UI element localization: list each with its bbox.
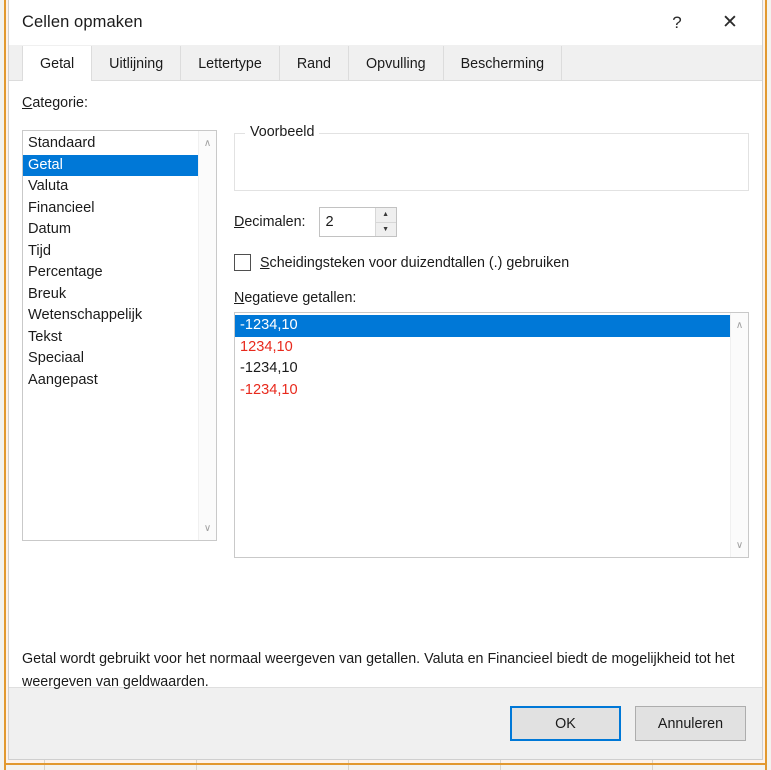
category-item-speciaal[interactable]: Speciaal [23, 348, 198, 370]
decimals-spin-buttons: ▲ ▼ [374, 208, 396, 237]
category-item-datum[interactable]: Datum [23, 219, 198, 241]
category-column: Standaard Getal Valuta Financieel Datum … [22, 123, 217, 558]
titlebar-buttons: ? ✕ [656, 0, 762, 45]
dialog-titlebar: Cellen opmaken ? ✕ [9, 0, 762, 45]
negative-format-option-1[interactable]: -1234,10 [235, 315, 730, 337]
decimals-row: Decimalen: ▲ ▼ [234, 207, 749, 237]
close-icon[interactable]: ✕ [698, 0, 762, 45]
chevron-up-icon[interactable]: ∧ [199, 135, 217, 151]
category-item-aangepast[interactable]: Aangepast [23, 370, 198, 392]
category-item-getal[interactable]: Getal [23, 154, 198, 176]
category-item-financieel[interactable]: Financieel [23, 198, 198, 220]
negative-format-option-4[interactable]: -1234,10 [235, 380, 730, 402]
negative-numbers-label-rest: egatieve getallen: [244, 290, 357, 306]
category-label-accel: C [22, 95, 33, 111]
thousands-separator-label: Scheidingsteken voor duizendtallen (.) g… [260, 255, 569, 271]
tab-opvulling[interactable]: Opvulling [349, 46, 444, 81]
category-label-rest: ategorie: [32, 95, 88, 111]
category-item-standaard[interactable]: Standaard [23, 133, 198, 155]
tab-bescherming[interactable]: Bescherming [443, 46, 563, 81]
dialog-title: Cellen opmaken [22, 13, 143, 31]
thousands-separator-label-accel: S [260, 254, 270, 271]
negative-format-option-3[interactable]: -1234,10 [235, 358, 730, 380]
host-window-border-left [4, 0, 6, 770]
thousands-separator-checkbox[interactable] [234, 254, 251, 271]
negative-format-option-2[interactable]: 1234,10 [235, 337, 730, 359]
category-description: Getal wordt gebruikt voor het normaal we… [22, 651, 735, 690]
spinner-up-icon[interactable]: ▲ [375, 208, 396, 223]
category-list-items: Standaard Getal Valuta Financieel Datum … [23, 131, 198, 540]
decimals-input[interactable] [319, 208, 375, 236]
negative-numbers-label-accel: N [234, 290, 245, 306]
format-cells-dialog: Cellen opmaken ? ✕ Getal Uitlijning Lett… [8, 0, 763, 760]
spinner-down-icon[interactable]: ▼ [376, 223, 396, 237]
category-item-wetenschappelijk[interactable]: Wetenschappelijk [23, 305, 198, 327]
negative-numbers-list-items: -1234,10 1234,10 -1234,10 -1234,10 [235, 313, 730, 557]
preview-label: Voorbeeld [245, 124, 320, 140]
dialog-footer: OK Annuleren [9, 687, 762, 759]
chevron-down-icon[interactable]: ∨ [731, 537, 749, 553]
thousands-separator-label-rest: cheidingsteken voor duizendtallen (.) ge… [269, 254, 570, 271]
tab-strip: Getal Uitlijning Lettertype Rand Opvulli… [9, 45, 762, 82]
panel-columns: Standaard Getal Valuta Financieel Datum … [22, 123, 749, 558]
tab-uitlijning[interactable]: Uitlijning [92, 46, 182, 81]
tab-lettertype[interactable]: Lettertype [181, 46, 280, 81]
chevron-up-icon[interactable]: ∧ [731, 317, 749, 333]
negative-numbers-label: Negatieve getallen: [234, 290, 749, 306]
category-listbox[interactable]: Standaard Getal Valuta Financieel Datum … [22, 130, 217, 541]
settings-column: Voorbeeld Decimalen: ▲ ▼ [217, 123, 749, 558]
negative-numbers-listbox[interactable]: -1234,10 1234,10 -1234,10 -1234,10 ∧ ∨ [234, 312, 749, 558]
category-item-tekst[interactable]: Tekst [23, 327, 198, 349]
tab-getal[interactable]: Getal [22, 46, 93, 82]
tab-rand[interactable]: Rand [279, 46, 349, 81]
category-item-tijd[interactable]: Tijd [23, 241, 198, 263]
ok-button[interactable]: OK [510, 706, 621, 741]
cancel-button[interactable]: Annuleren [635, 706, 746, 741]
decimals-label: Decimalen: [234, 214, 306, 230]
preview-groupbox: Voorbeeld [234, 124, 749, 191]
category-item-breuk[interactable]: Breuk [23, 284, 198, 306]
decimals-spinner[interactable]: ▲ ▼ [318, 207, 397, 237]
category-item-percentage[interactable]: Percentage [23, 262, 198, 284]
thousands-separator-row[interactable]: Scheidingsteken voor duizendtallen (.) g… [234, 254, 749, 271]
host-window-border-bottom [4, 763, 767, 765]
decimals-label-accel: D [234, 214, 245, 230]
tab-panel-getal: Categorie: Standaard Getal Valuta Financ… [9, 81, 762, 690]
category-item-valuta[interactable]: Valuta [23, 176, 198, 198]
category-label: Categorie: [22, 95, 749, 111]
help-question-icon[interactable]: ? [656, 0, 698, 45]
chevron-down-icon[interactable]: ∨ [199, 520, 217, 536]
decimals-label-rest: ecimalen: [244, 214, 306, 230]
category-scrollbar[interactable]: ∧ ∨ [198, 131, 216, 540]
negative-numbers-scrollbar[interactable]: ∧ ∨ [730, 313, 748, 557]
host-window-border-right [765, 0, 767, 770]
